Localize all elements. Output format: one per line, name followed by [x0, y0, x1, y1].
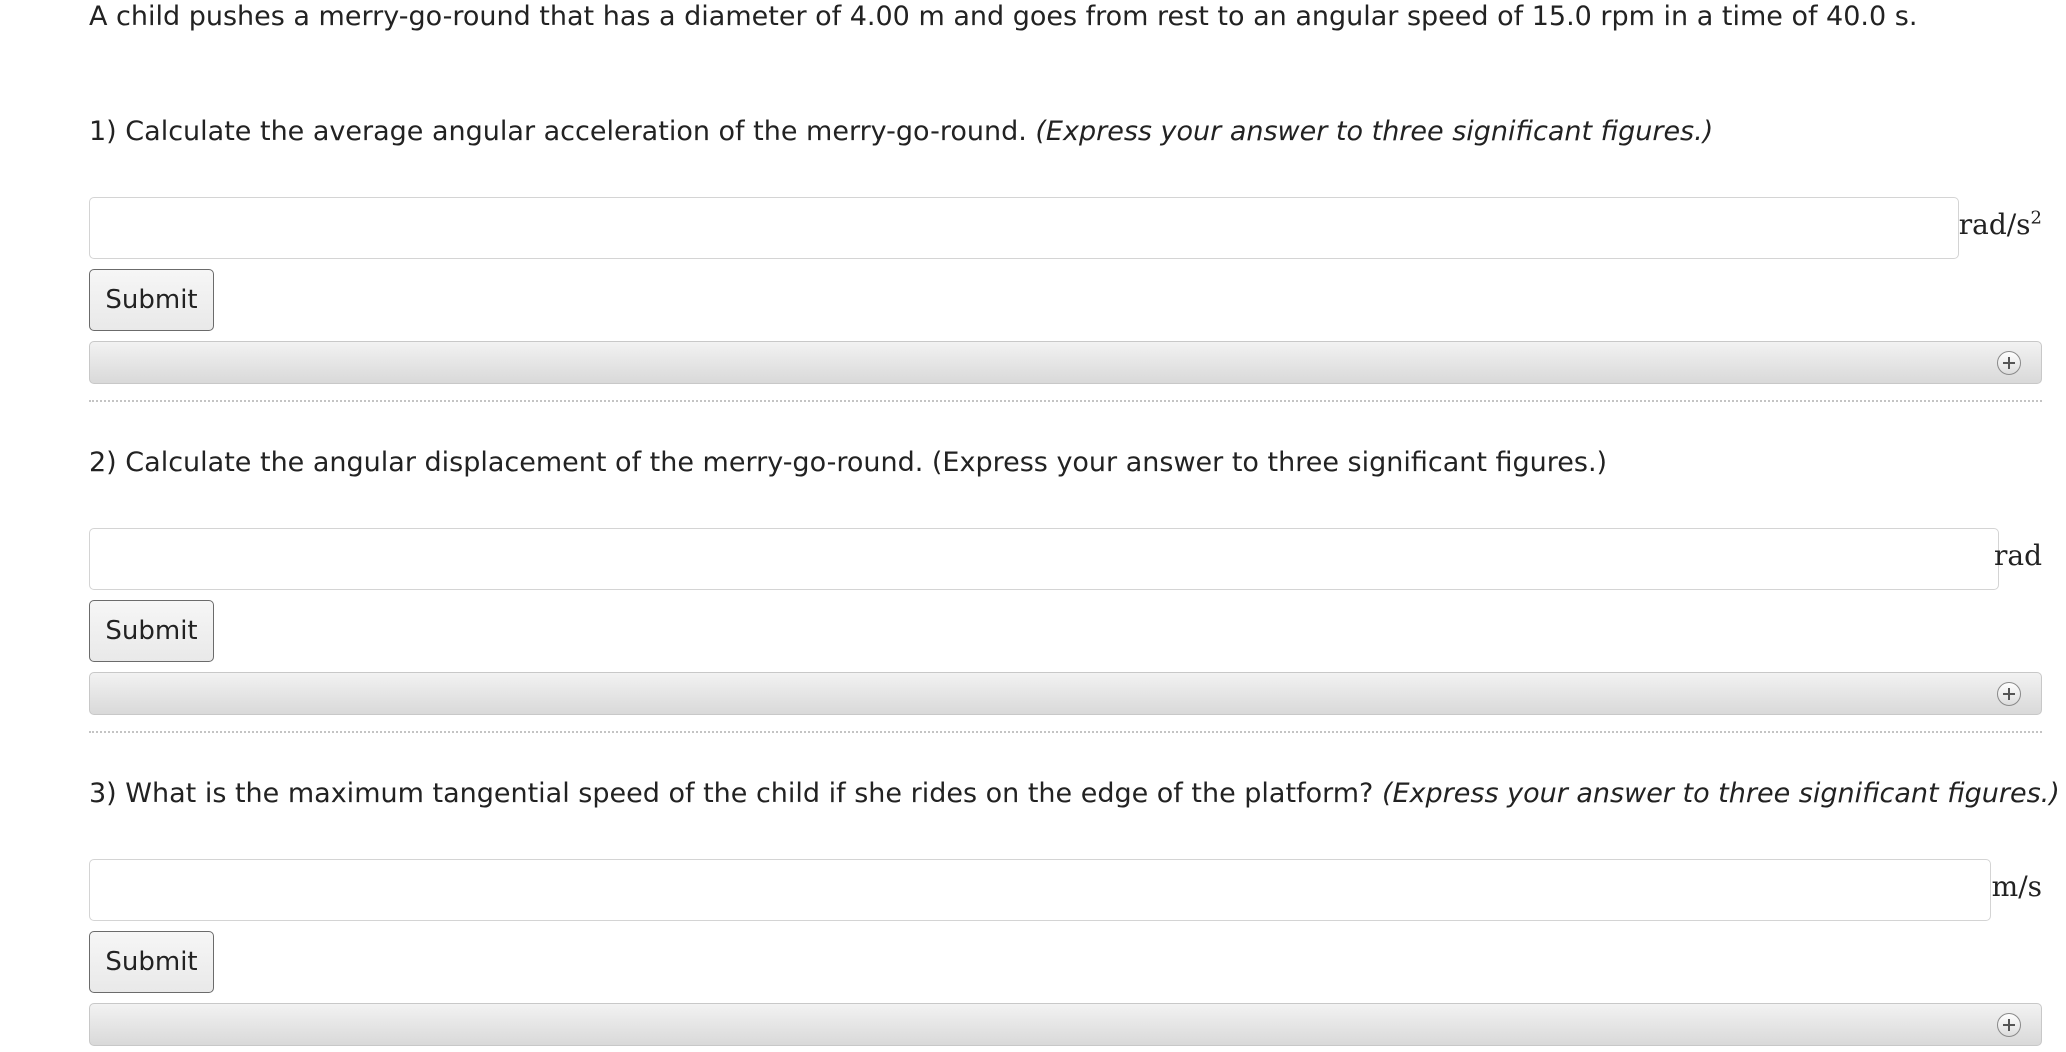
- plus-circle-icon[interactable]: [1997, 1013, 2021, 1037]
- question-3-unit-base: m/s: [1991, 870, 2042, 903]
- question-2-prompt: 2) Calculate the angular displacement of…: [89, 447, 1608, 478]
- question-2-answer-row: rad: [89, 528, 2042, 590]
- question-2-feedback-toggle[interactable]: [89, 672, 2042, 715]
- question-1-answer-input[interactable]: [89, 197, 1959, 259]
- problem-statement: A child pushes a merry-go-round that has…: [89, 1, 1918, 32]
- question-2: 2) Calculate the angular displacement of…: [89, 446, 2042, 715]
- plus-circle-icon[interactable]: [1997, 351, 2021, 375]
- question-2-text: 2) Calculate the angular displacement of…: [89, 446, 2042, 480]
- question-1: 1) Calculate the average angular acceler…: [89, 115, 2042, 384]
- question-1-unit-base: rad/s: [1958, 208, 2031, 241]
- question-1-submit-button[interactable]: Submit: [89, 269, 214, 331]
- question-3-note: (Express your answer to three significan…: [1381, 778, 2060, 809]
- question-3: 3) What is the maximum tangential speed …: [89, 777, 2060, 1046]
- question-1-note: (Express your answer to three significan…: [1035, 116, 1714, 147]
- question-3-feedback-toggle[interactable]: [89, 1003, 2042, 1046]
- section-divider: [89, 400, 2042, 402]
- question-3-text: 3) What is the maximum tangential speed …: [89, 777, 2060, 811]
- section-divider: [89, 731, 2042, 733]
- question-3-answer-row: m/s: [89, 859, 2042, 921]
- question-2-unit-base: rad: [1993, 539, 2042, 572]
- problem-content: A child pushes a merry-go-round that has…: [89, 0, 2060, 1046]
- question-1-feedback-toggle[interactable]: [89, 341, 2042, 384]
- question-3-unit: m/s: [1992, 869, 2042, 905]
- question-2-submit-button[interactable]: Submit: [89, 600, 214, 662]
- question-3-answer-input[interactable]: [89, 859, 1991, 921]
- question-3-prompt: 3) What is the maximum tangential speed …: [89, 778, 1374, 809]
- plus-circle-icon[interactable]: [1997, 682, 2021, 706]
- question-3-submit-button[interactable]: Submit: [89, 931, 214, 993]
- question-2-answer-input[interactable]: [89, 528, 1999, 590]
- question-1-unit-exponent: 2: [2030, 207, 2042, 229]
- question-1-prompt: 1) Calculate the average angular acceler…: [89, 116, 1027, 147]
- question-1-text: 1) Calculate the average angular acceler…: [89, 115, 2042, 149]
- question-1-answer-row: rad/s2: [89, 197, 2042, 259]
- question-2-unit: rad: [1994, 538, 2042, 574]
- question-1-unit: rad/s2: [1959, 207, 2042, 243]
